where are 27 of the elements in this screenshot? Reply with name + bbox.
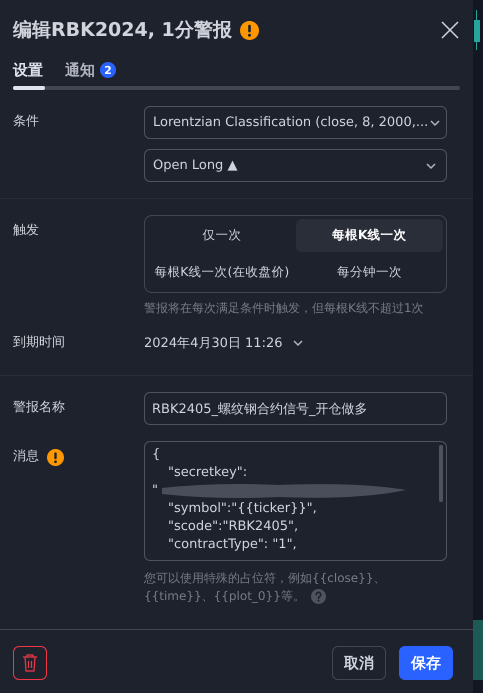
trigger-option[interactable]: 每分钟一次	[296, 256, 443, 289]
count-badge: 2	[100, 62, 116, 78]
trigger-option[interactable]: 每根K线一次	[296, 219, 443, 252]
help-icon[interactable]	[310, 589, 326, 604]
field-label: 警报名称	[13, 399, 66, 417]
expiration-dropdown[interactable]: 2024年4月30日 11:26	[144, 327, 304, 359]
tab[interactable]: 通知 2	[65, 58, 116, 82]
trigger-hint: 警报将在每次满足条件时触发，但每根K线不超过1次	[144, 300, 425, 317]
tab-indicator	[13, 86, 45, 90]
field-label: 到期时间	[13, 334, 66, 352]
message-field[interactable]: { "secretkey": " "symbol":"{{ticker}}", "scode":"RBK2405", "contractType": "1",	[144, 441, 447, 561]
cancel-button[interactable]: 取消	[332, 646, 386, 680]
dialog-title: 编辑RBK2024, 1分警报	[13, 18, 232, 43]
field-label: 消息	[13, 448, 39, 466]
close-button[interactable]	[440, 20, 460, 40]
tab[interactable]: 设置	[13, 58, 43, 82]
field-label: 条件	[13, 113, 40, 131]
condition-select[interactable]: Open Long ▲	[144, 149, 447, 182]
field-label: 触发	[13, 222, 40, 240]
save-button[interactable]: 保存	[399, 646, 453, 680]
trash-icon	[22, 653, 38, 673]
placeholder-help-text: 您可以使用特殊的占位符，例如{{close}}、{{time}}、{{plot_0}}等。	[144, 570, 386, 605]
trigger-option[interactable]: 仅一次	[148, 219, 296, 252]
alert-name-field[interactable]: RBK2405_螺纹钢合约信号_开仓做多	[144, 392, 447, 425]
delete-button[interactable]	[13, 646, 47, 680]
trigger-option[interactable]: 每根K线一次(在收盘价)	[148, 256, 296, 289]
condition-select[interactable]: Lorentzian Classification (close, 8, 2000,...	[144, 106, 447, 139]
